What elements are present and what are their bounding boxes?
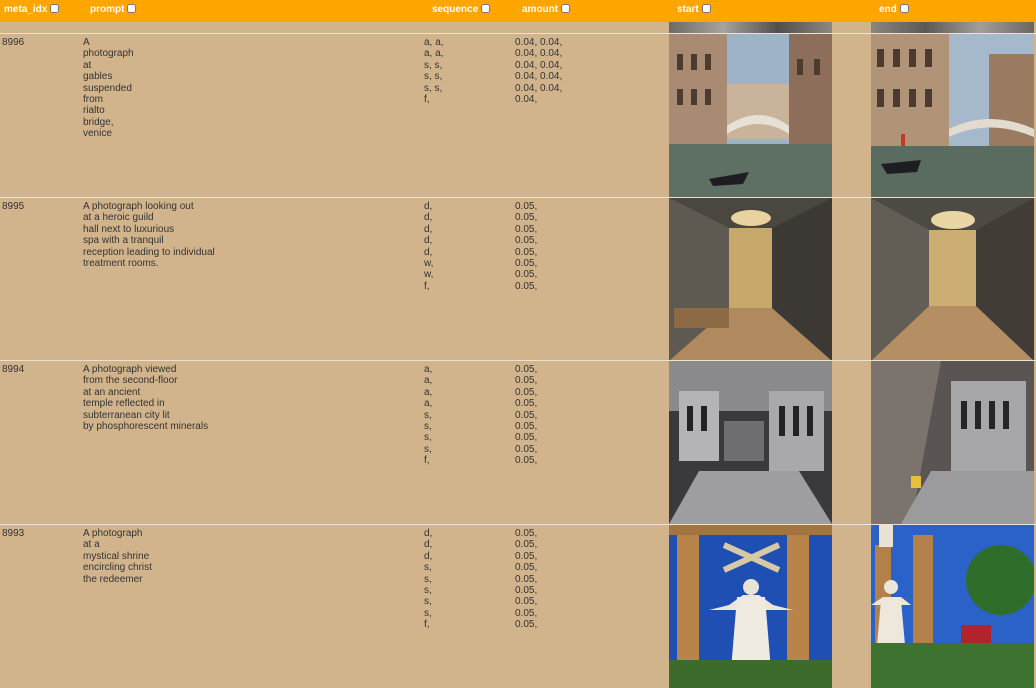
- end-image: [871, 198, 1034, 361]
- column-header-start[interactable]: start: [677, 4, 711, 16]
- table-row: 8993 A photograph at a mystical shrine e…: [0, 524, 1036, 688]
- sequence-cell: a, a, a, a, s, s, s, s, f,: [424, 364, 433, 467]
- column-header-amount[interactable]: amount: [522, 4, 571, 16]
- column-header-sequence[interactable]: sequence: [432, 4, 491, 16]
- column-toggle-checkbox[interactable]: [50, 4, 60, 13]
- amount-cell: 0.05, 0.05, 0.05, 0.05, 0.05, 0.05, 0.05…: [515, 528, 538, 631]
- end-image: [871, 525, 1034, 688]
- column-toggle-checkbox[interactable]: [899, 4, 909, 13]
- column-header-end[interactable]: end: [879, 4, 909, 16]
- column-toggle-checkbox[interactable]: [561, 4, 571, 13]
- image-thumbnail-partial: [871, 22, 1034, 33]
- column-header-label: start: [677, 4, 699, 15]
- prompt-cell: A photograph viewed from the second-floo…: [83, 364, 209, 433]
- column-header-label: sequence: [432, 4, 479, 15]
- column-header-prompt[interactable]: prompt: [90, 4, 137, 16]
- start-image: [669, 361, 832, 524]
- column-header-label: amount: [522, 4, 559, 15]
- column-toggle-checkbox[interactable]: [701, 4, 711, 13]
- start-image: [669, 34, 832, 197]
- amount-cell: 0.05, 0.05, 0.05, 0.05, 0.05, 0.05, 0.05…: [515, 364, 538, 467]
- sequence-cell: a, a, a, a, s, s, s, s, s, s, f,: [424, 37, 444, 106]
- start-image: [669, 198, 832, 361]
- meta-idx-cell: 8993: [2, 528, 25, 539]
- column-toggle-checkbox[interactable]: [481, 4, 491, 13]
- meta-idx-cell: 8996: [2, 37, 25, 48]
- image-thumbnail-partial: [669, 22, 832, 33]
- start-image: [669, 525, 832, 688]
- column-header-label: end: [879, 4, 897, 15]
- end-image: [871, 361, 1034, 524]
- amount-cell: 0.04, 0.04, 0.04, 0.04, 0.04, 0.04, 0.04…: [515, 37, 563, 106]
- column-header-meta-idx[interactable]: meta_idx: [4, 4, 60, 16]
- meta-idx-cell: 8994: [2, 364, 25, 375]
- prompt-cell: A photograph looking out at a heroic gui…: [83, 201, 215, 270]
- prompt-cell: A photograph at a mystical shrine encirc…: [83, 528, 152, 585]
- sequence-cell: d, d, d, d, d, w, w, f,: [424, 201, 434, 292]
- sequence-cell: d, d, d, s, s, s, s, s, f,: [424, 528, 433, 631]
- table-row: 8995 A photograph looking out at a heroi…: [0, 197, 1036, 361]
- amount-cell: 0.05, 0.05, 0.05, 0.05, 0.05, 0.05, 0.05…: [515, 201, 538, 292]
- meta-idx-cell: 8995: [2, 201, 25, 212]
- prompt-cell: A photograph at gables suspended from ri…: [83, 37, 134, 140]
- column-header-label: meta_idx: [4, 4, 48, 15]
- end-image: [871, 34, 1034, 197]
- table-row: 8994 A photograph viewed from the second…: [0, 360, 1036, 524]
- table-header: meta_idx prompt sequence amount start en…: [0, 0, 1036, 22]
- column-toggle-checkbox[interactable]: [127, 4, 137, 13]
- column-header-label: prompt: [90, 4, 125, 15]
- table-row: 8996 A photograph at gables suspended fr…: [0, 33, 1036, 197]
